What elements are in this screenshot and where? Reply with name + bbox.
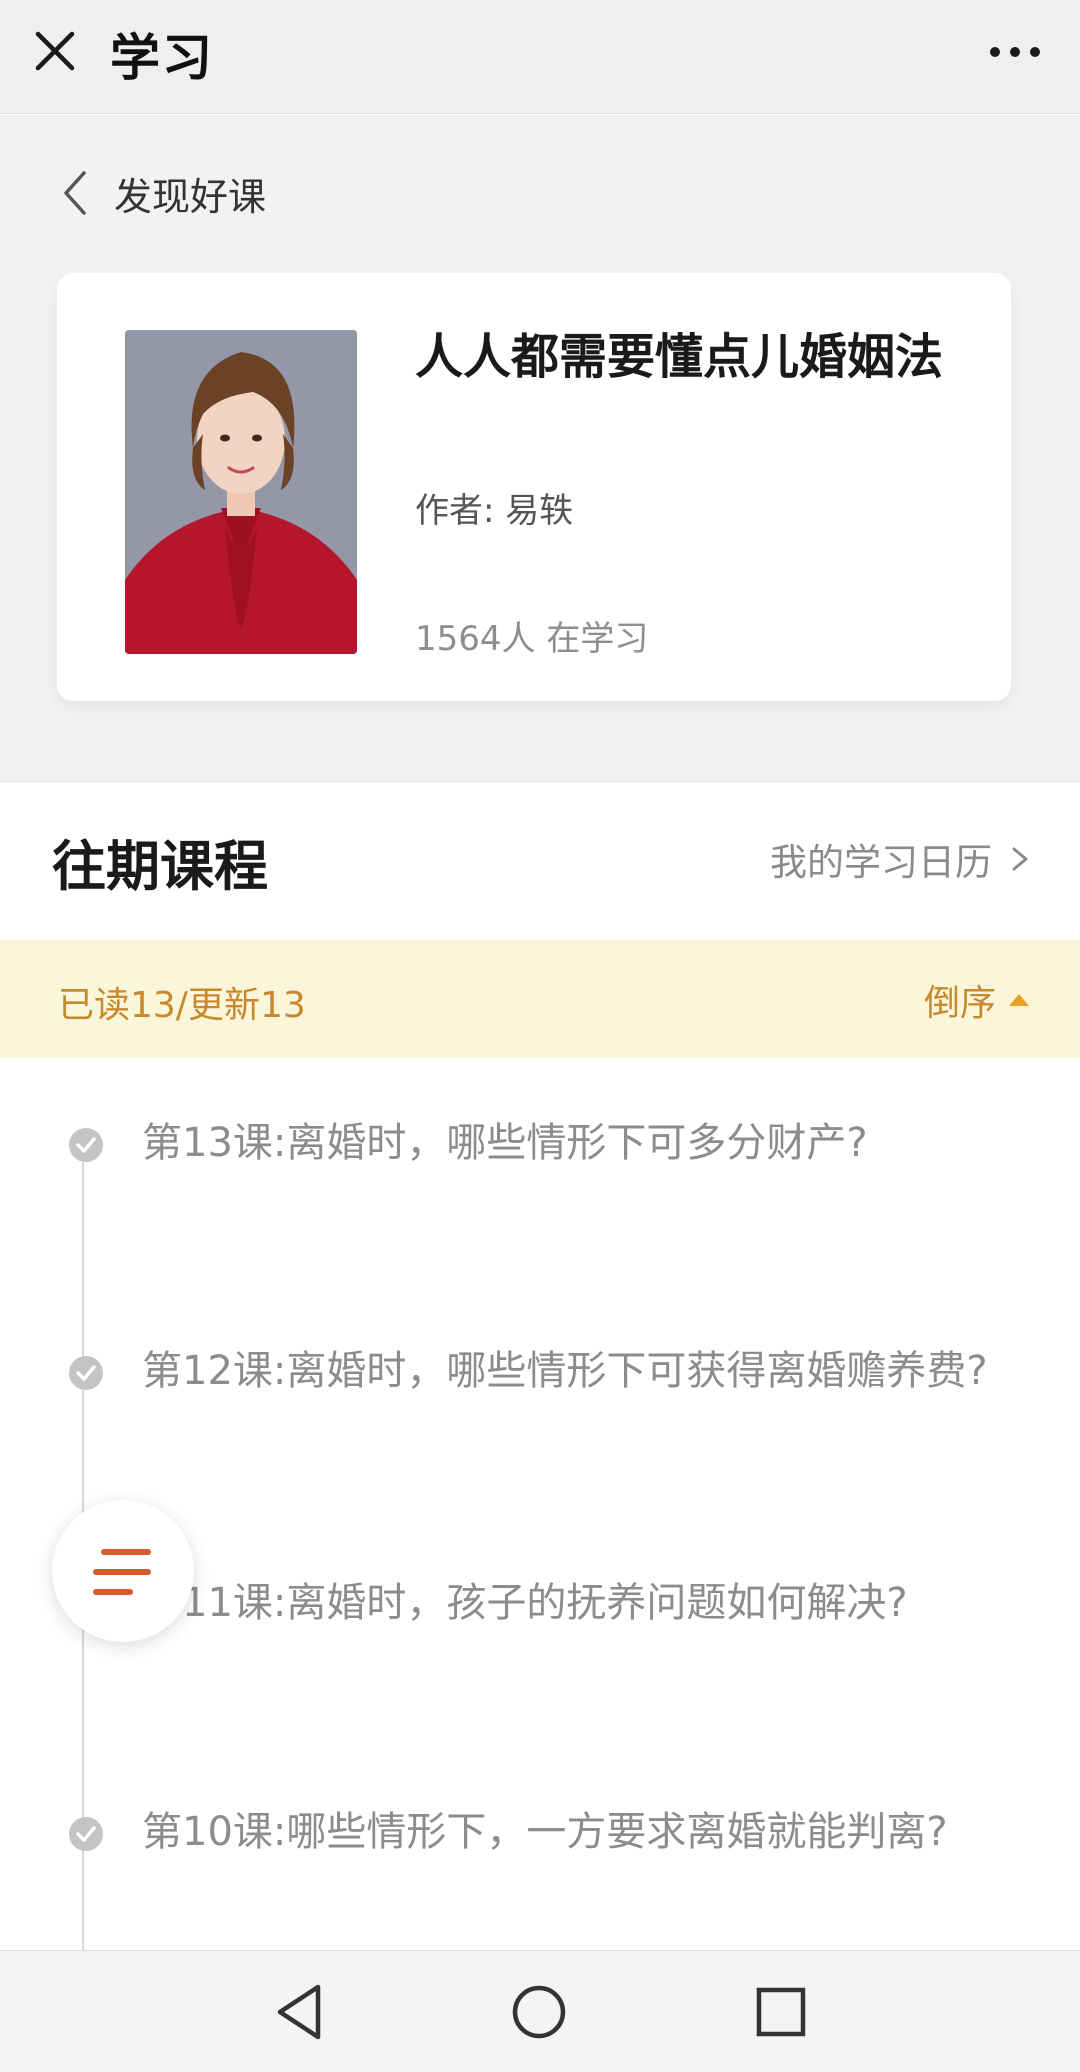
read-check-icon bbox=[69, 1356, 103, 1390]
circle-home-icon bbox=[512, 1985, 566, 2039]
course-learner-count: 1564人 在学习 bbox=[415, 619, 649, 659]
triangle-back-icon bbox=[277, 1984, 321, 2040]
menu-lines-icon bbox=[93, 1549, 151, 1595]
read-check-icon bbox=[69, 1128, 103, 1162]
square-recents-icon bbox=[756, 1987, 806, 2037]
triangle-up-icon bbox=[1009, 994, 1029, 1006]
chevron-right-icon bbox=[1012, 847, 1028, 871]
close-button[interactable] bbox=[22, 16, 88, 86]
sort-order-label: 倒序 bbox=[923, 983, 996, 1024]
nav-back-button[interactable] bbox=[268, 1979, 334, 2045]
floating-menu-button[interactable] bbox=[52, 1500, 194, 1642]
close-icon bbox=[35, 31, 75, 71]
lesson-title: 第11课:离婚时，孩子的抚养问题如何解决? bbox=[142, 1580, 908, 1626]
lesson-title: 第13课:离婚时，哪些情形下可多分财产? bbox=[142, 1120, 868, 1166]
lesson-title: 第12课:离婚时，哪些情形下可获得离婚赡养费? bbox=[142, 1348, 988, 1394]
back-link[interactable]: 发现好课 bbox=[58, 161, 266, 225]
page-title: 学习 bbox=[110, 29, 214, 87]
system-navigation-bar bbox=[0, 1950, 1080, 2072]
read-progress: 已读13/更新13 bbox=[58, 985, 306, 1026]
progress-bar-strip: 已读13/更新13 倒序 bbox=[0, 940, 1080, 1058]
course-card[interactable]: 人人都需要懂点儿婚姻法 作者: 易轶 1564人 在学习 bbox=[57, 273, 1011, 701]
back-label: 发现好课 bbox=[114, 174, 267, 219]
author-portrait bbox=[125, 330, 357, 654]
course-title: 人人都需要懂点儿婚姻法 bbox=[415, 329, 944, 385]
nav-recents-button[interactable] bbox=[748, 1979, 814, 2045]
top-app-bar: 学习 bbox=[0, 0, 1080, 114]
course-author: 作者: 易轶 bbox=[415, 491, 574, 531]
study-calendar-label: 我的学习日历 bbox=[770, 841, 992, 884]
sort-order-toggle[interactable]: 倒序 bbox=[924, 974, 1030, 1026]
lesson-title: 第10课:哪些情形下，一方要求离婚就能判离? bbox=[142, 1809, 948, 1855]
read-check-icon bbox=[69, 1817, 103, 1851]
more-button[interactable] bbox=[980, 22, 1050, 82]
course-header: 发现好课 人人都需要懂点儿婚姻法 作者: 易轶 1564人 在学习 bbox=[0, 115, 1080, 782]
section-title: 往期课程 bbox=[52, 835, 268, 898]
more-horizontal-icon bbox=[990, 47, 1040, 57]
study-calendar-link[interactable]: 我的学习日历 bbox=[770, 832, 1032, 886]
nav-home-button[interactable] bbox=[506, 1979, 572, 2045]
chevron-left-icon bbox=[64, 171, 86, 215]
